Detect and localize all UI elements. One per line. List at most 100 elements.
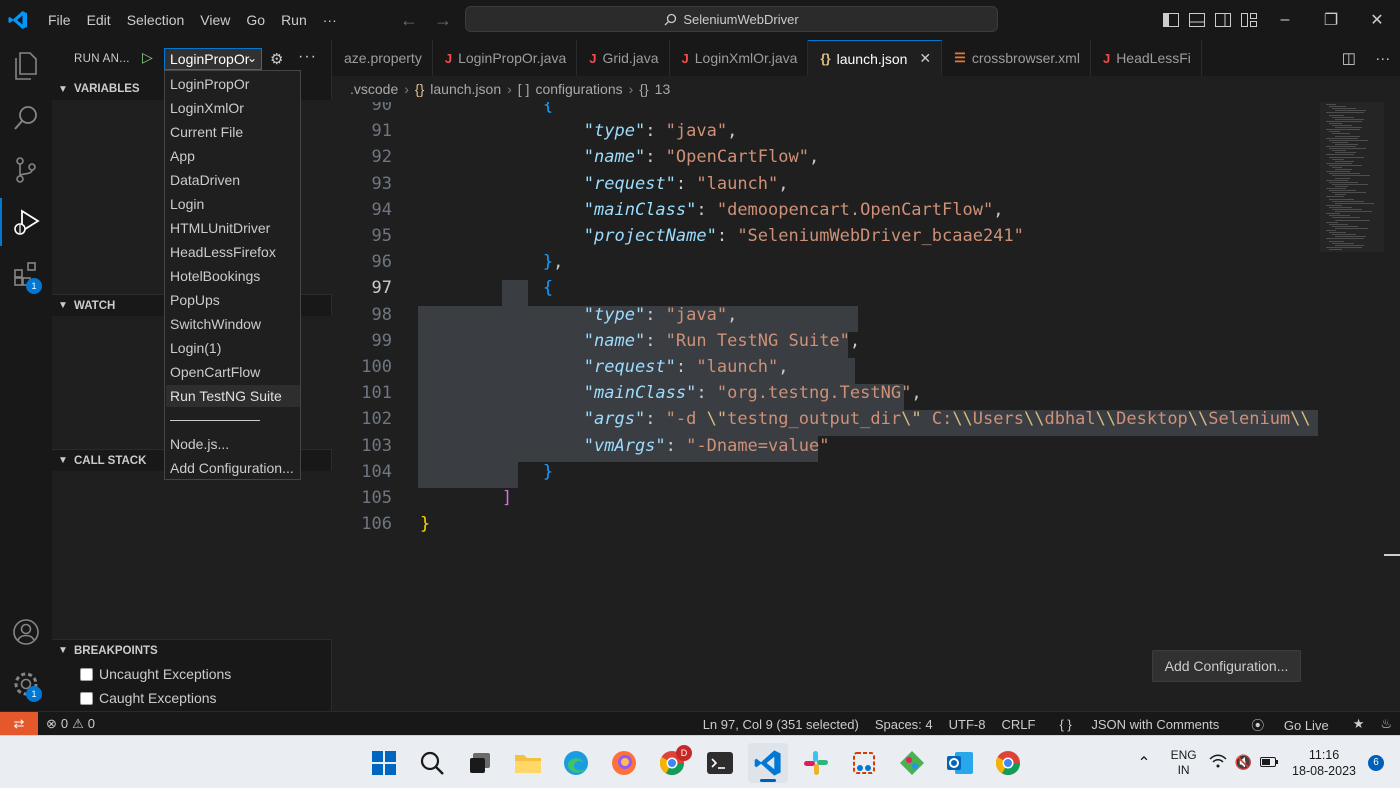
forward-arrow-icon[interactable]: →	[434, 10, 452, 31]
toggle-primary-sidebar-icon[interactable]	[1158, 0, 1184, 40]
launch-config-option[interactable]: HTMLUnitDriver	[166, 217, 300, 239]
start-debugging-play-icon[interactable]: ▷	[142, 49, 160, 69]
code-line[interactable]: 102 "args": "-d \"testng_output_dir\" C:…	[332, 406, 1322, 432]
launch-config-option[interactable]: DataDriven	[166, 169, 300, 191]
breadcrumb-folder[interactable]: .vscode	[350, 81, 398, 97]
input-language[interactable]: ENG IN	[1171, 748, 1197, 778]
accounts-icon[interactable]	[0, 608, 52, 656]
split-editor-icon[interactable]: ◫	[1342, 49, 1356, 67]
search-view-icon[interactable]	[0, 94, 52, 142]
clock[interactable]: 11:16 18-08-2023	[1292, 747, 1356, 779]
code-line[interactable]: 96 },	[332, 249, 1322, 275]
notifications-bell-icon[interactable]: ♨	[1372, 716, 1400, 732]
editor-tab[interactable]: ☰ crossbrowser.xml	[942, 40, 1091, 76]
minimap[interactable]	[1320, 102, 1384, 262]
editor-tab[interactable]: J HeadLessFi	[1091, 40, 1202, 76]
breakpoint-uncaught-exceptions[interactable]: Uncaught Exceptions	[80, 666, 231, 682]
breakpoints-section-header[interactable]: ▼ BREAKPOINTS	[52, 639, 332, 661]
chrome-icon[interactable]	[988, 743, 1028, 783]
close-window-icon[interactable]: ✕	[1354, 0, 1400, 40]
editor-tab[interactable]: J LoginXmlOr.java	[670, 40, 809, 76]
windows-start-icon[interactable]	[364, 743, 404, 783]
restore-icon[interactable]: ❐	[1308, 0, 1354, 40]
code-line[interactable]: 98 "type": "java",	[332, 302, 1322, 328]
slack-icon[interactable]	[796, 743, 836, 783]
menu-item[interactable]: File	[40, 12, 79, 28]
vscode-taskbar-icon[interactable]	[748, 742, 788, 783]
code-line[interactable]: 94 "mainClass": "demoopencart.OpenCartFl…	[332, 197, 1322, 223]
customize-layout-icon[interactable]	[1236, 0, 1262, 40]
menu-item[interactable]: View	[192, 12, 238, 28]
code-line[interactable]: 99 "name": "Run TestNG Suite",	[332, 328, 1322, 354]
launch-config-option[interactable]: HeadLessFirefox	[166, 241, 300, 263]
source-control-icon[interactable]	[0, 146, 52, 194]
launch-config-option[interactable]: Run TestNG Suite	[166, 385, 300, 407]
end-of-line[interactable]: CRLF	[993, 717, 1043, 732]
chrome-profile-icon[interactable]: D	[652, 743, 692, 783]
code-line[interactable]: 92 "name": "OpenCartFlow",	[332, 144, 1322, 170]
feedback-icon[interactable]: ★	[1345, 716, 1373, 732]
extensions-icon[interactable]: 1	[0, 250, 52, 298]
code-line[interactable]: 93 "request": "launch",	[332, 171, 1322, 197]
go-live[interactable]: ⦿ Go Live	[1235, 715, 1344, 734]
code-line[interactable]: 101 "mainClass": "org.testng.TestNG",	[332, 380, 1322, 406]
code-line[interactable]: 90 {	[332, 102, 1322, 118]
code-line[interactable]: 100 "request": "launch",	[332, 354, 1322, 380]
breadcrumb-object[interactable]: 13	[655, 81, 671, 97]
code-line[interactable]: 91 "type": "java",	[332, 118, 1322, 144]
more-actions-icon[interactable]: ···	[1375, 50, 1390, 67]
editor-tab[interactable]: J LoginPropOr.java	[433, 40, 578, 76]
add-configuration-button[interactable]: Add Configuration...	[1152, 650, 1301, 682]
battery-icon[interactable]	[1260, 756, 1279, 770]
run-and-debug-icon[interactable]	[0, 198, 52, 246]
menu-item[interactable]: Run	[273, 12, 315, 28]
launch-config-option[interactable]: SwitchWindow	[166, 313, 300, 335]
launch-config-option[interactable]: PopUps	[166, 289, 300, 311]
editor-tab[interactable]: {} launch.json ✕	[808, 40, 943, 76]
show-hidden-icons-chevron-up-icon[interactable]: ⌃	[1137, 753, 1150, 773]
close-tab-icon[interactable]: ✕	[919, 50, 931, 67]
launch-config-option[interactable]: HotelBookings	[166, 265, 300, 287]
launch-config-option[interactable]: LoginPropOr	[166, 73, 300, 95]
launch-config-option[interactable]: Login(1)	[166, 337, 300, 359]
menu-item[interactable]: ···	[315, 12, 345, 28]
file-explorer-icon[interactable]	[508, 743, 548, 783]
back-arrow-icon[interactable]: ←	[400, 10, 418, 31]
toggle-panel-icon[interactable]	[1184, 0, 1210, 40]
code-line[interactable]: 103 "vmArgs": "-Dname=value"	[332, 433, 1322, 459]
code-line[interactable]: 95 "projectName": "SeleniumWebDriver_bca…	[332, 223, 1322, 249]
toggle-secondary-sidebar-icon[interactable]	[1210, 0, 1236, 40]
explorer-icon[interactable]	[0, 42, 52, 90]
launch-config-option[interactable]: Node.js...	[166, 433, 300, 455]
problems-indicator[interactable]: ⊗ 0 ⚠ 0	[46, 716, 95, 732]
checkbox[interactable]	[80, 691, 93, 705]
launch-config-option[interactable]: Add Configuration...	[166, 457, 300, 479]
code-line[interactable]: 104 }	[332, 459, 1322, 485]
launch-config-option[interactable]: LoginXmlOr	[166, 97, 300, 119]
code-line[interactable]: 97 {	[332, 275, 1322, 301]
launch-config-option[interactable]: App	[166, 145, 300, 167]
manage-gear-icon[interactable]: 1	[0, 660, 52, 708]
encoding[interactable]: UTF-8	[941, 717, 994, 732]
vscode-logo-icon[interactable]	[0, 0, 36, 40]
language-mode[interactable]: { } JSON with Comments	[1043, 717, 1235, 732]
menu-item[interactable]: Go	[238, 12, 273, 28]
indentation[interactable]: Spaces: 4	[867, 717, 941, 732]
code-line[interactable]: 105 ]	[332, 485, 1322, 511]
launch-config-option[interactable]: Current File	[166, 121, 300, 143]
checkbox[interactable]	[80, 667, 93, 681]
git-tool-icon[interactable]	[892, 743, 932, 783]
edge-browser-icon[interactable]	[556, 743, 596, 783]
minimize-icon[interactable]: –	[1262, 0, 1308, 40]
breadcrumb-file[interactable]: launch.json	[430, 81, 501, 97]
cursor-position[interactable]: Ln 97, Col 9 (351 selected)	[695, 717, 867, 732]
menu-item[interactable]: Selection	[119, 12, 193, 28]
breakpoint-caught-exceptions[interactable]: Caught Exceptions	[80, 690, 217, 706]
launch-config-option[interactable]: OpenCartFlow	[166, 361, 300, 383]
scrollbar-marker[interactable]	[1384, 554, 1400, 556]
wifi-icon[interactable]	[1209, 754, 1227, 771]
remote-indicator-icon[interactable]: ⇄	[0, 711, 38, 736]
terminal-icon[interactable]	[700, 743, 740, 783]
code-line[interactable]: 106}	[332, 511, 1322, 537]
editor-tab[interactable]: J Grid.java	[577, 40, 670, 76]
